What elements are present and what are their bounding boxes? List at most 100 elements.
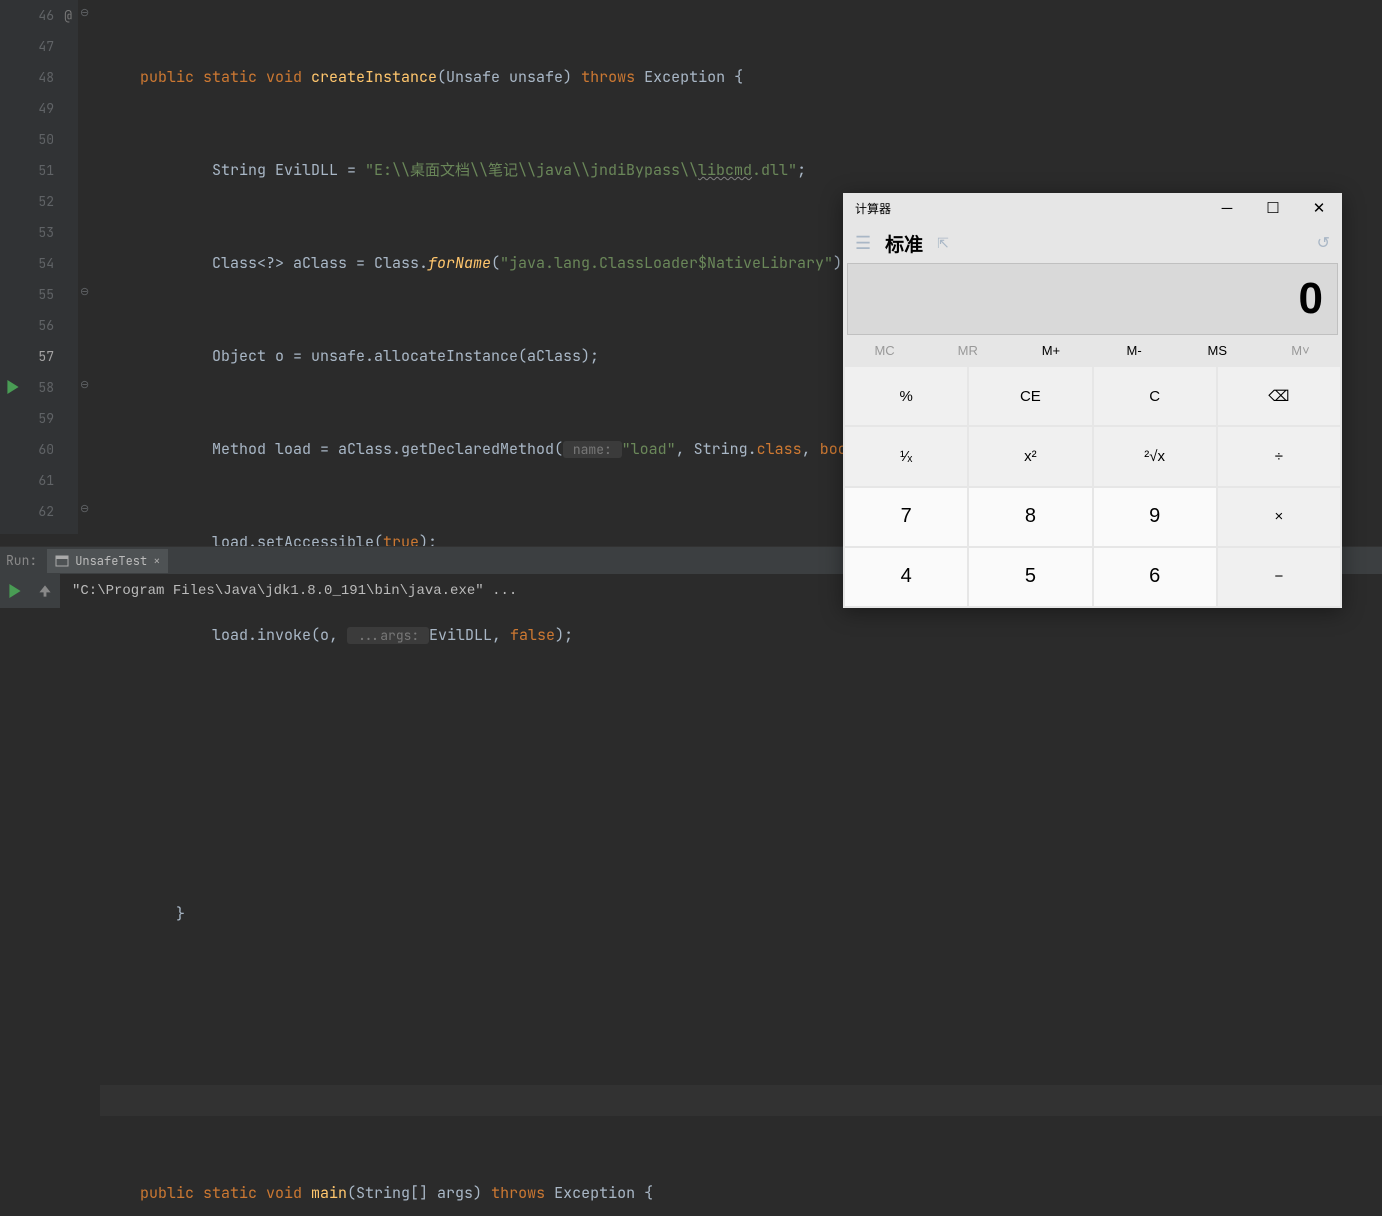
code-token: );: [555, 625, 573, 645]
code-token: (: [491, 253, 500, 273]
run-config-icon: [55, 554, 69, 568]
calc-btn-reciprocal[interactable]: ¹⁄ₓ: [845, 427, 967, 485]
code-token: public static void: [140, 1183, 302, 1203]
run-gutter-icon[interactable]: [6, 380, 20, 394]
line-number: 62: [38, 503, 54, 520]
line-number: 51: [38, 162, 54, 179]
mem-mplus[interactable]: M+: [1009, 335, 1092, 365]
code-token: , String.: [676, 439, 757, 459]
code-token: "E:\\桌面文档\\笔记\\java\\jndiBypass\\: [365, 160, 698, 180]
code-token: "load": [622, 439, 676, 459]
calc-btn-5[interactable]: 5: [969, 548, 1091, 606]
line-number: 61: [38, 472, 54, 489]
calc-title: 计算器: [855, 200, 891, 217]
code-token: Method load = aClass.getDeclaredMethod(: [140, 439, 563, 459]
calc-display: 0: [847, 263, 1338, 335]
fold-column: ⊖ ⊖ ⊖ ⊖: [78, 0, 100, 534]
line-number: 58: [38, 379, 54, 396]
line-number: 53: [38, 224, 54, 241]
calc-btn-9[interactable]: 9: [1094, 488, 1216, 546]
history-icon[interactable]: ↺: [1317, 233, 1330, 253]
calc-grid: % CE C ⌫ ¹⁄ₓ x² ²√x ÷ 7 8 9 × 4 5 6 −: [843, 365, 1342, 608]
gutter: 46@ 47 48 49 50 51 52 53 54 55 56 57 58 …: [0, 0, 78, 534]
line-number: 56: [38, 317, 54, 334]
param-hint: name:: [563, 441, 622, 458]
code-area[interactable]: public static void createInstance(Unsafe…: [100, 0, 1382, 1216]
line-number: 48: [38, 69, 54, 86]
mem-mminus[interactable]: M-: [1093, 335, 1176, 365]
window-buttons: ─ ☐ ✕: [1204, 193, 1342, 223]
line-number: 59: [38, 410, 54, 427]
code-token: "java.lang.ClassLoader$NativeLibrary": [500, 253, 833, 273]
line-number: 55: [38, 286, 54, 303]
mem-mv: M˅: [1259, 335, 1342, 365]
rerun-icon[interactable]: [8, 584, 22, 598]
mem-ms[interactable]: MS: [1176, 335, 1259, 365]
fold-icon[interactable]: ⊖: [80, 378, 89, 392]
code-token: (Unsafe unsafe): [437, 67, 572, 87]
code-token: Object o = unsafe.allocateInstance(aClas…: [140, 346, 599, 366]
calc-btn-backspace[interactable]: ⌫: [1218, 367, 1340, 425]
calc-btn-divide[interactable]: ÷: [1218, 427, 1340, 485]
code-token: throws: [491, 1183, 545, 1203]
code-token: String EvilDLL =: [140, 160, 365, 180]
minimize-button[interactable]: ─: [1204, 193, 1250, 223]
calc-btn-7[interactable]: 7: [845, 488, 967, 546]
line-number: 47: [38, 38, 54, 55]
fold-icon[interactable]: ⊖: [80, 285, 89, 299]
run-tab[interactable]: UnsafeTest ×: [47, 549, 168, 573]
up-icon[interactable]: [38, 584, 52, 598]
code-token: Class<?> aClass = Class.: [140, 253, 428, 273]
calc-btn-6[interactable]: 6: [1094, 548, 1216, 606]
close-tab-icon[interactable]: ×: [153, 553, 160, 569]
maximize-button[interactable]: ☐: [1250, 193, 1296, 223]
calc-btn-sqrt[interactable]: ²√x: [1094, 427, 1216, 485]
mem-mc: MC: [843, 335, 926, 365]
calc-memory-row: MC MR M+ M- MS M˅: [843, 335, 1342, 365]
calc-mode-bar: ☰ 标准 ⇱ ↺: [843, 223, 1342, 263]
calc-display-value: 0: [1299, 274, 1323, 324]
calc-mode-label: 标准: [885, 230, 923, 257]
line-number: 57: [38, 348, 54, 365]
code-token: class: [757, 439, 802, 459]
console-tools: [0, 574, 60, 608]
code-token: public static void: [140, 67, 302, 87]
param-hint: ...args:: [347, 627, 429, 644]
fold-icon[interactable]: ⊖: [80, 502, 89, 516]
calc-btn-percent[interactable]: %: [845, 367, 967, 425]
calc-btn-ce[interactable]: CE: [969, 367, 1091, 425]
pin-icon[interactable]: ⇱: [937, 235, 949, 252]
fold-icon[interactable]: ⊖: [80, 6, 89, 20]
calc-btn-c[interactable]: C: [1094, 367, 1216, 425]
code-token: throws: [581, 67, 635, 87]
line-number: 52: [38, 193, 54, 210]
line-number: 49: [38, 100, 54, 117]
code-token: (String[] args): [347, 1183, 482, 1203]
close-button[interactable]: ✕: [1296, 193, 1342, 223]
calculator-window[interactable]: 计算器 ─ ☐ ✕ ☰ 标准 ⇱ ↺ 0 MC MR M+ M- MS M˅ %…: [843, 193, 1342, 608]
mem-mr: MR: [926, 335, 1009, 365]
code-token: Exception {: [635, 67, 743, 87]
console-output[interactable]: "C:\Program Files\Java\jdk1.8.0_191\bin\…: [60, 583, 517, 599]
code-token: load.invoke(o,: [140, 625, 347, 645]
code-token: libcmd: [698, 160, 752, 180]
code-token: }: [140, 904, 185, 924]
code-token: main: [311, 1183, 347, 1203]
calc-btn-minus[interactable]: −: [1218, 548, 1340, 606]
calc-btn-4[interactable]: 4: [845, 548, 967, 606]
run-tab-name: UnsafeTest: [75, 553, 147, 569]
code-token: ,: [802, 439, 820, 459]
code-token: false: [510, 625, 555, 645]
code-token: Exception {: [545, 1183, 653, 1203]
line-number: 60: [38, 441, 54, 458]
calc-titlebar[interactable]: 计算器 ─ ☐ ✕: [843, 193, 1342, 223]
calc-btn-8[interactable]: 8: [969, 488, 1091, 546]
code-token: createInstance: [311, 67, 437, 87]
line-number: 54: [38, 255, 54, 272]
line-number: 46: [38, 7, 54, 24]
calc-btn-multiply[interactable]: ×: [1218, 488, 1340, 546]
code-token: EvilDLL,: [429, 625, 510, 645]
hamburger-icon[interactable]: ☰: [855, 233, 871, 254]
calc-btn-square[interactable]: x²: [969, 427, 1091, 485]
line-number: 50: [38, 131, 54, 148]
